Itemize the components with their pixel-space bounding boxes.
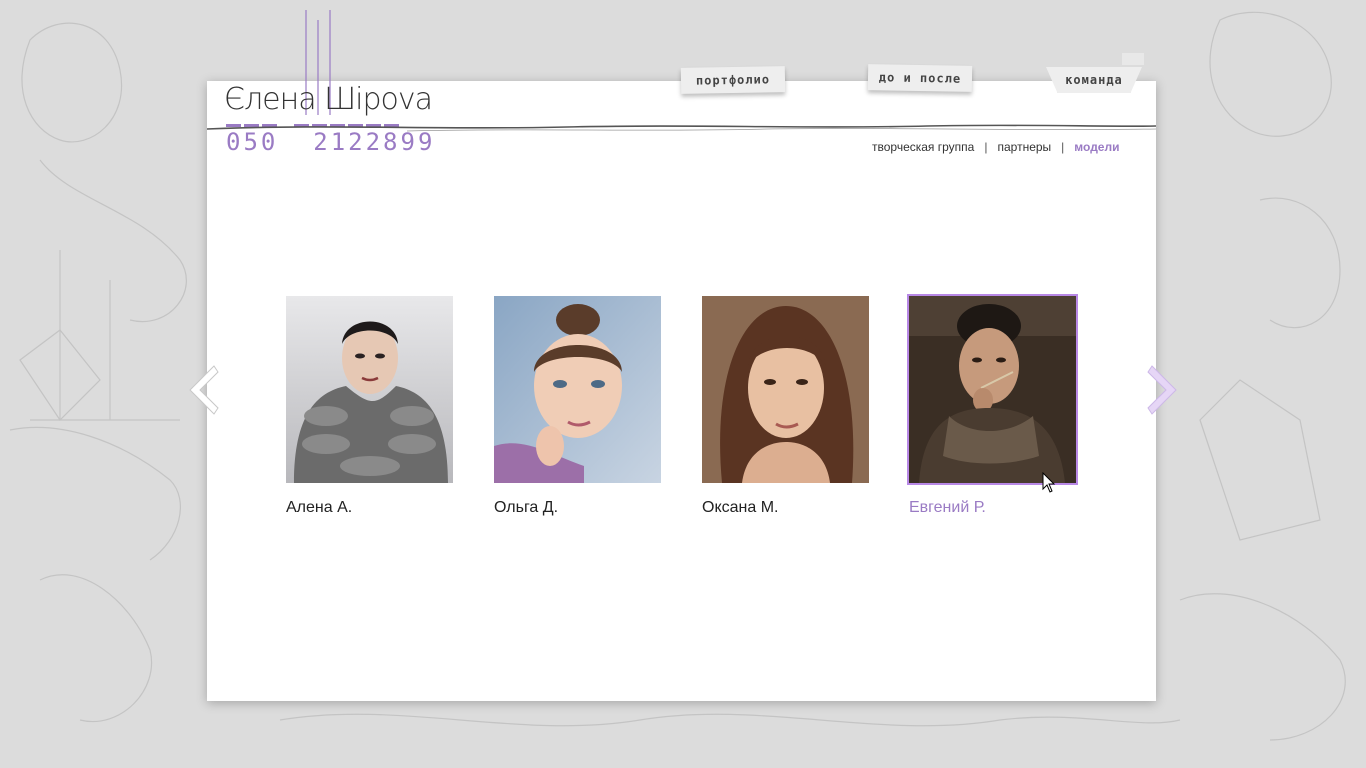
model-card[interactable]: Оксана М. <box>702 296 872 517</box>
model-name[interactable]: Евгений Р. <box>909 499 1079 517</box>
mouse-cursor-icon <box>1042 472 1056 493</box>
subnav-separator: | <box>1061 140 1065 154</box>
corner-decoration <box>1122 53 1144 65</box>
model-photo[interactable] <box>702 296 869 483</box>
model-name[interactable]: Алена А. <box>286 499 456 517</box>
subnav-models[interactable]: модели <box>1074 140 1119 154</box>
subnav-creative-group[interactable]: творческая группа <box>872 140 974 154</box>
logo-name[interactable]: Єлена Шipova <box>224 82 433 117</box>
tab-before-after[interactable]: до и после <box>867 64 973 92</box>
sub-navigation: творческая группа | партнеры | модели <box>872 140 1119 154</box>
tab-portfolio[interactable]: портфолио <box>680 66 786 94</box>
previous-arrow-icon[interactable] <box>184 362 222 418</box>
header-divider <box>207 124 1156 132</box>
model-card[interactable]: Алена А. <box>286 296 456 517</box>
model-name[interactable]: Оксана М. <box>702 499 872 517</box>
next-arrow-icon[interactable] <box>1144 362 1182 418</box>
model-name[interactable]: Ольга Д. <box>494 499 664 517</box>
tab-team[interactable]: команда <box>1046 67 1142 93</box>
model-card[interactable]: Ольга Д. <box>494 296 664 517</box>
model-photo[interactable] <box>286 296 453 483</box>
model-photo[interactable] <box>907 294 1078 485</box>
subnav-partners[interactable]: партнеры <box>997 140 1051 154</box>
subnav-separator: | <box>984 140 988 154</box>
model-photo[interactable] <box>494 296 661 483</box>
